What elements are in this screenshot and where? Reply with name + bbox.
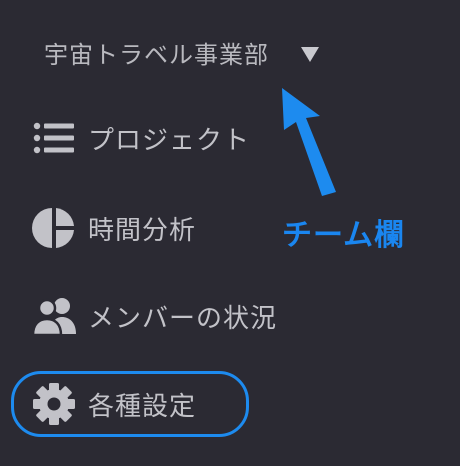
highlight-outline — [11, 371, 249, 437]
annotation-arrow-icon — [282, 88, 336, 196]
team-name: 宇宙トラベル事業部 — [44, 40, 269, 69]
team-selector[interactable]: 宇宙トラベル事業部 — [44, 32, 319, 72]
nav-item-label: 時間分析 — [88, 215, 197, 246]
nav-item-label: メンバーの状況 — [88, 303, 278, 334]
list-icon — [32, 116, 78, 160]
annotation-label: チーム欄 — [282, 218, 406, 253]
pie-chart-icon — [32, 206, 78, 250]
nav-item-members[interactable]: メンバーの状況 — [32, 294, 277, 338]
nav-item-label: プロジェクト — [88, 125, 251, 156]
people-icon — [32, 294, 78, 338]
nav-item-time-analysis[interactable]: 時間分析 — [32, 206, 196, 250]
chevron-down-icon — [301, 46, 319, 62]
nav-item-projects[interactable]: プロジェクト — [32, 116, 250, 160]
